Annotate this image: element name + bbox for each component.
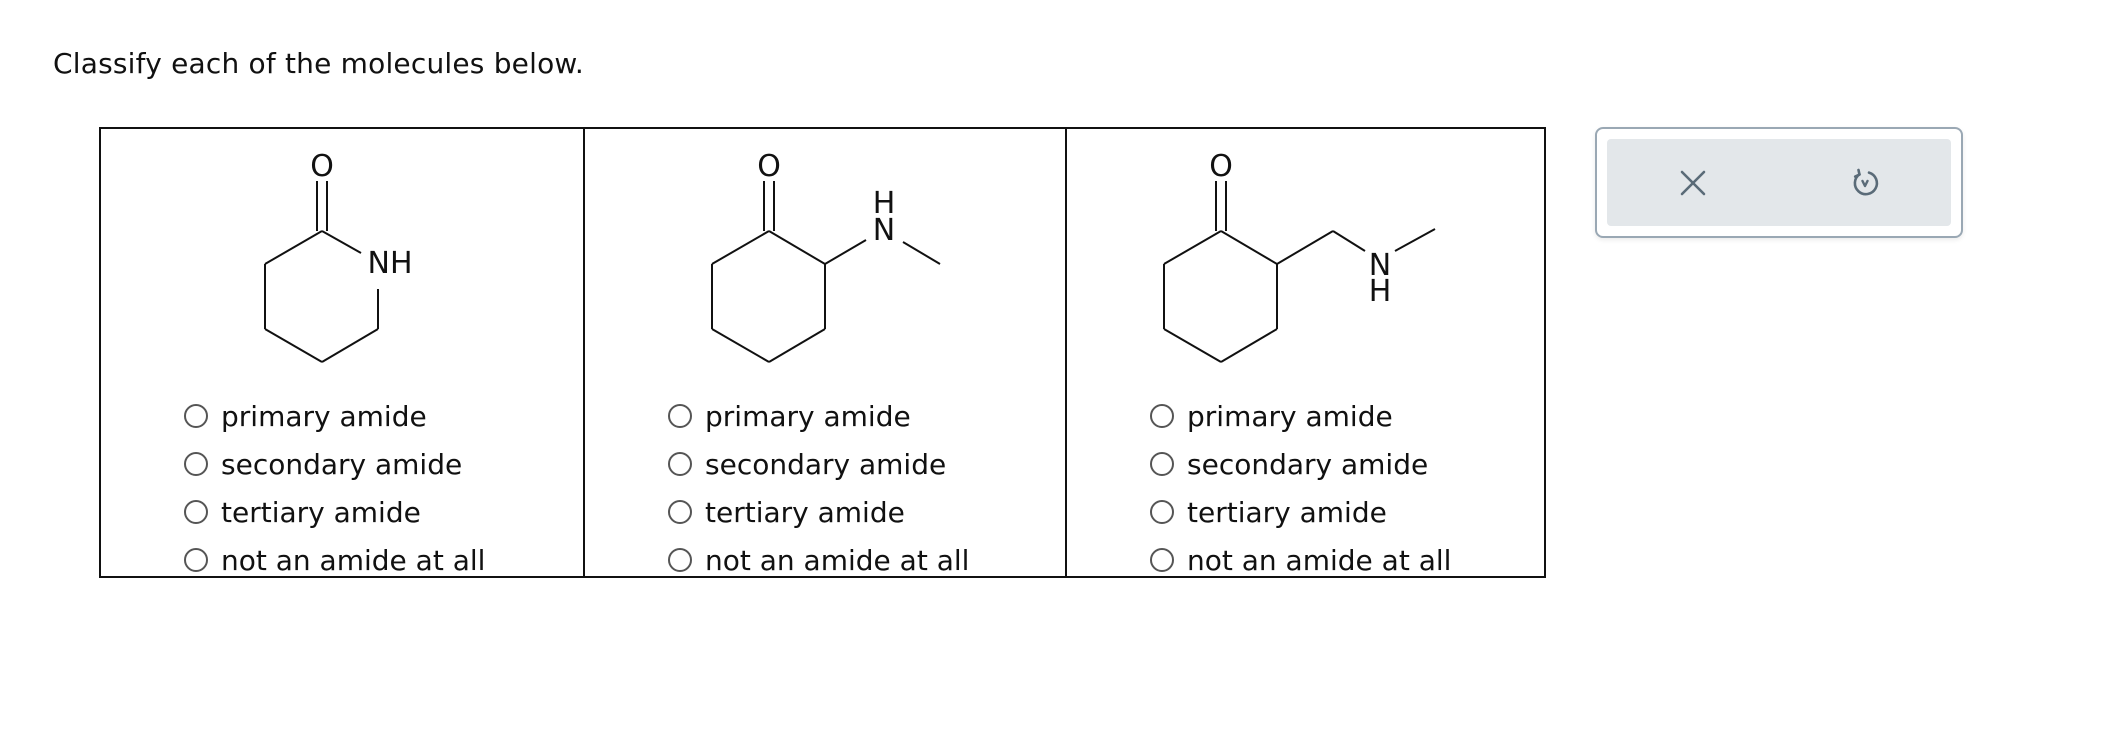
radio-button[interactable] xyxy=(668,452,692,476)
option-not-an-amide-3[interactable]: not an amide at all xyxy=(1150,536,1451,584)
option-label: primary amide xyxy=(705,399,911,433)
oxygen-label-1: O xyxy=(310,149,334,184)
option-label: secondary amide xyxy=(221,447,463,481)
options-group-3: primary amide secondary amide tertiary a… xyxy=(1150,392,1451,584)
molecule-cell-3: O N H primary amide secondary amide tert… xyxy=(1065,129,1544,577)
molecule-structure-3: O N H xyxy=(1163,149,1436,363)
option-primary-amide-3[interactable]: primary amide xyxy=(1150,392,1451,440)
nitrogen-h-label-3: H xyxy=(1369,274,1392,309)
close-icon xyxy=(1680,170,1706,195)
option-label: tertiary amide xyxy=(1187,495,1387,529)
option-primary-amide-1[interactable]: primary amide xyxy=(184,392,485,440)
molecule-bonds-3 xyxy=(1163,181,1436,363)
molecule-cell-1: O NH primary amide secondary amide terti… xyxy=(101,129,583,577)
option-secondary-amide-2[interactable]: secondary amide xyxy=(668,440,969,488)
option-label: not an amide at all xyxy=(705,543,970,577)
molecule-structure-2: O H N xyxy=(711,149,941,363)
molecule-cell-2: O H N primary amide secondary amide tert… xyxy=(583,129,1065,577)
radio-button[interactable] xyxy=(668,500,692,524)
clear-button[interactable] xyxy=(1663,153,1723,213)
option-label: primary amide xyxy=(221,399,427,433)
option-tertiary-amide-3[interactable]: tertiary amide xyxy=(1150,488,1451,536)
option-primary-amide-2[interactable]: primary amide xyxy=(668,392,969,440)
option-label: secondary amide xyxy=(1187,447,1429,481)
option-tertiary-amide-2[interactable]: tertiary amide xyxy=(668,488,969,536)
option-label: secondary amide xyxy=(705,447,947,481)
radio-button[interactable] xyxy=(668,404,692,428)
reset-button[interactable] xyxy=(1835,153,1895,213)
molecule-bonds-2 xyxy=(711,181,941,363)
molecule-structure-1: O NH xyxy=(264,149,413,363)
option-not-an-amide-2[interactable]: not an amide at all xyxy=(668,536,969,584)
molecule-table: O NH primary amide secondary amide terti… xyxy=(99,127,1546,578)
toolbar-button-bar xyxy=(1607,139,1951,226)
option-secondary-amide-3[interactable]: secondary amide xyxy=(1150,440,1451,488)
option-secondary-amide-1[interactable]: secondary amide xyxy=(184,440,485,488)
option-tertiary-amide-1[interactable]: tertiary amide xyxy=(184,488,485,536)
undo-icon xyxy=(1853,168,1879,195)
option-label: not an amide at all xyxy=(1187,543,1452,577)
radio-button[interactable] xyxy=(1150,548,1174,572)
options-group-2: primary amide secondary amide tertiary a… xyxy=(668,392,969,584)
radio-button[interactable] xyxy=(1150,404,1174,428)
oxygen-label-2: O xyxy=(757,149,781,184)
oxygen-label-3: O xyxy=(1209,149,1233,184)
radio-button[interactable] xyxy=(184,548,208,572)
radio-button[interactable] xyxy=(1150,452,1174,476)
molecule-bonds-1 xyxy=(264,181,379,363)
option-not-an-amide-1[interactable]: not an amide at all xyxy=(184,536,485,584)
nitrogen-label-1: NH xyxy=(368,246,413,281)
radio-button[interactable] xyxy=(184,452,208,476)
radio-button[interactable] xyxy=(668,548,692,572)
question-prompt: Classify each of the molecules below. xyxy=(53,47,585,80)
option-label: primary amide xyxy=(1187,399,1393,433)
radio-button[interactable] xyxy=(184,500,208,524)
answer-toolbar xyxy=(1595,127,1963,238)
radio-button[interactable] xyxy=(1150,500,1174,524)
option-label: tertiary amide xyxy=(221,495,421,529)
option-label: not an amide at all xyxy=(221,543,486,577)
radio-button[interactable] xyxy=(184,404,208,428)
options-group-1: primary amide secondary amide tertiary a… xyxy=(184,392,485,584)
nitrogen-label-2: N xyxy=(873,213,895,248)
option-label: tertiary amide xyxy=(705,495,905,529)
